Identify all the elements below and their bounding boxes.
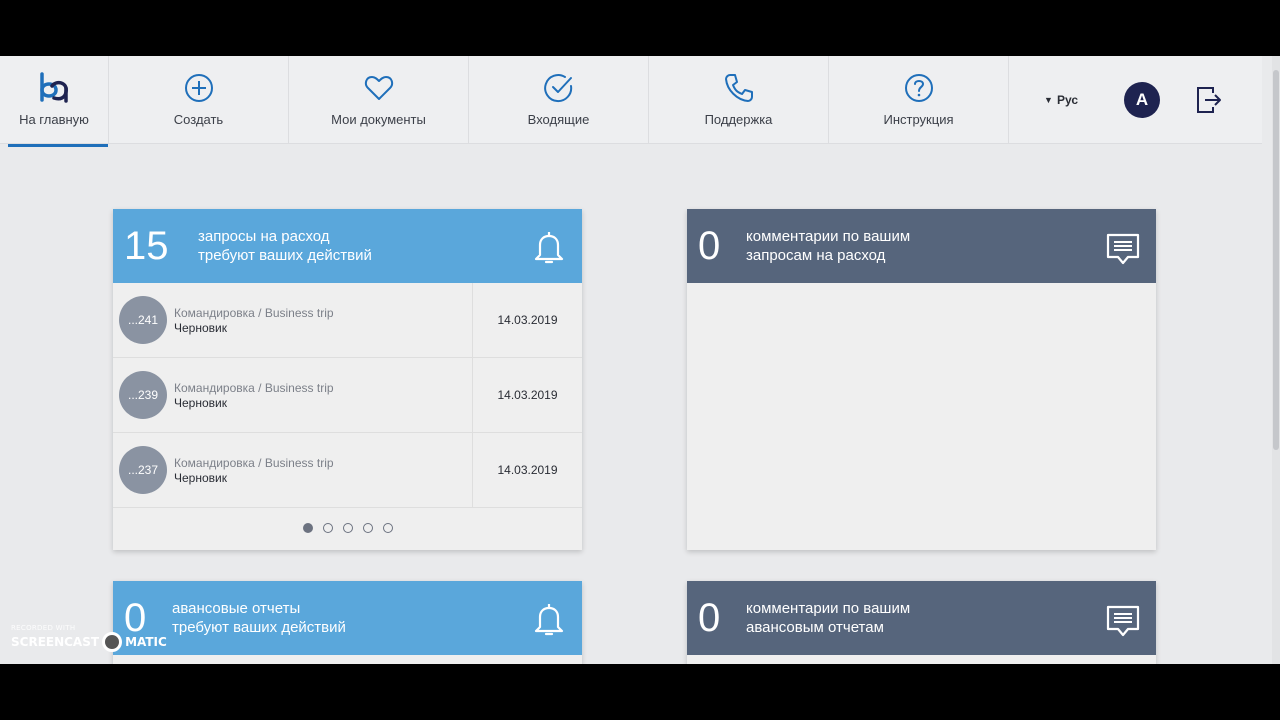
nav-help-label: Инструкция (883, 112, 954, 127)
request-type: Командировка / Business trip (174, 305, 334, 320)
user-avatar[interactable]: A (1124, 81, 1160, 118)
nav-my-documents-label: Мои документы (331, 112, 426, 127)
watermark-brand: SCREENCAST MATIC (11, 632, 167, 652)
watermark-right: MATIC (125, 635, 167, 649)
request-date: 14.03.2019 (472, 433, 582, 507)
watermark-left: SCREENCAST (11, 635, 100, 649)
expense-requests-count: 15 (124, 224, 169, 268)
request-date: 14.03.2019 (472, 358, 582, 432)
nav-support-label: Поддержка (704, 112, 773, 127)
request-id-badge: ...237 (119, 446, 167, 494)
advance-reports-header[interactable]: 0 авансовые отчеты требуют ваших действи… (113, 581, 582, 655)
expense-requests-header[interactable]: 15 запросы на расход требуют ваших дейст… (113, 209, 582, 283)
request-id-badge: ...239 (119, 371, 167, 419)
nav-inbox[interactable]: Входящие (469, 56, 649, 144)
advance-comments-title: комментарии по вашим авансовым отчетам (746, 599, 910, 637)
page-dot-4[interactable] (362, 523, 373, 533)
expense-comments-card: 0 комментарии по вашим запросам на расхо… (687, 209, 1156, 550)
request-status: Черновик (174, 470, 227, 485)
top-navigation: На главную Создать Мои документы Входящи… (0, 56, 1262, 147)
request-status: Черновик (174, 395, 227, 410)
nav-support[interactable]: Поддержка (649, 56, 829, 144)
list-item[interactable]: ...239 Командировка / Business trip Черн… (113, 358, 582, 433)
phone-icon (724, 74, 753, 102)
list-item[interactable]: ...241 Командировка / Business trip Черн… (113, 283, 582, 358)
plus-circle-icon (184, 74, 213, 102)
expense-comments-title: комментарии по вашим запросам на расход (746, 227, 910, 265)
list-item[interactable]: ...237 Командировка / Business trip Черн… (113, 433, 582, 508)
bell-icon (534, 604, 564, 636)
advance-reports-line1: авансовые отчеты (172, 600, 301, 617)
advance-reports-line2: требуют ваших действий (172, 619, 346, 636)
page-scrollbar[interactable] (1272, 56, 1280, 664)
watermark-recorded-with: RECORDED WITH (11, 624, 76, 632)
nav-create[interactable]: Создать (109, 56, 289, 144)
advance-reports-card: 0 авансовые отчеты требуют ваших действи… (113, 581, 582, 664)
request-id-badge: ...241 (119, 296, 167, 344)
language-label: Рус (1056, 92, 1078, 107)
request-info: Командировка / Business trip Черновик (174, 456, 466, 485)
logout-icon (1197, 86, 1221, 113)
expense-comments-line2: запросам на расход (746, 247, 886, 264)
comment-icon (1106, 605, 1140, 637)
nav-my-documents[interactable]: Мои документы (289, 56, 469, 144)
request-info: Командировка / Business trip Черновик (174, 306, 466, 335)
expense-requests-line2: требуют ваших действий (198, 247, 372, 264)
screencast-watermark: RECORDED WITH SCREENCAST MATIC (11, 624, 167, 652)
expense-requests-title: запросы на расход требуют ваших действий (198, 227, 372, 265)
advance-comments-card: 0 комментарии по вашим авансовым отчетам (687, 581, 1156, 664)
request-date: 14.03.2019 (472, 283, 582, 357)
request-info: Командировка / Business trip Черновик (174, 381, 466, 410)
bell-icon (534, 232, 564, 264)
advance-comments-header[interactable]: 0 комментарии по вашим авансовым отчетам (687, 581, 1156, 655)
nav-home-label: На главную (19, 112, 89, 127)
request-type: Командировка / Business trip (174, 380, 334, 395)
nav-home[interactable]: На главную (0, 56, 109, 147)
nav-create-label: Создать (173, 112, 224, 127)
app-frame: На главную Создать Мои документы Входящи… (0, 56, 1280, 664)
page-dot-1[interactable] (302, 523, 313, 533)
page-dot-5[interactable] (382, 523, 393, 533)
screencast-logo-icon (102, 632, 123, 652)
advance-reports-title: авансовые отчеты требуют ваших действий (172, 599, 346, 637)
logout-button[interactable] (1196, 86, 1222, 114)
scrollbar-thumb[interactable] (1273, 70, 1279, 450)
caret-down-icon: ▼ (1044, 94, 1053, 105)
comment-icon (1106, 233, 1140, 265)
nav-help[interactable]: Инструкция (829, 56, 1009, 144)
expense-requests-card: 15 запросы на расход требуют ваших дейст… (113, 209, 582, 550)
advance-comments-line2: авансовым отчетам (746, 619, 884, 636)
expense-comments-header[interactable]: 0 комментарии по вашим запросам на расхо… (687, 209, 1156, 283)
logo-icon (40, 72, 68, 103)
pagination (113, 508, 582, 548)
heart-icon (364, 76, 393, 100)
request-status: Черновик (174, 320, 227, 335)
nav-inbox-label: Входящие (527, 112, 590, 127)
question-circle-icon (904, 74, 933, 102)
advance-comments-line1: комментарии по вашим (746, 600, 911, 617)
expense-requests-line1: запросы на расход (198, 228, 330, 245)
page-dot-2[interactable] (322, 523, 333, 533)
header-tools: ▼ Рус A (1009, 56, 1262, 143)
request-type: Командировка / Business trip (174, 455, 334, 470)
language-selector[interactable]: ▼ Рус (1044, 93, 1078, 107)
page-dot-3[interactable] (342, 523, 353, 533)
check-circle-icon (543, 74, 572, 103)
expense-comments-line1: комментарии по вашим (746, 228, 911, 245)
